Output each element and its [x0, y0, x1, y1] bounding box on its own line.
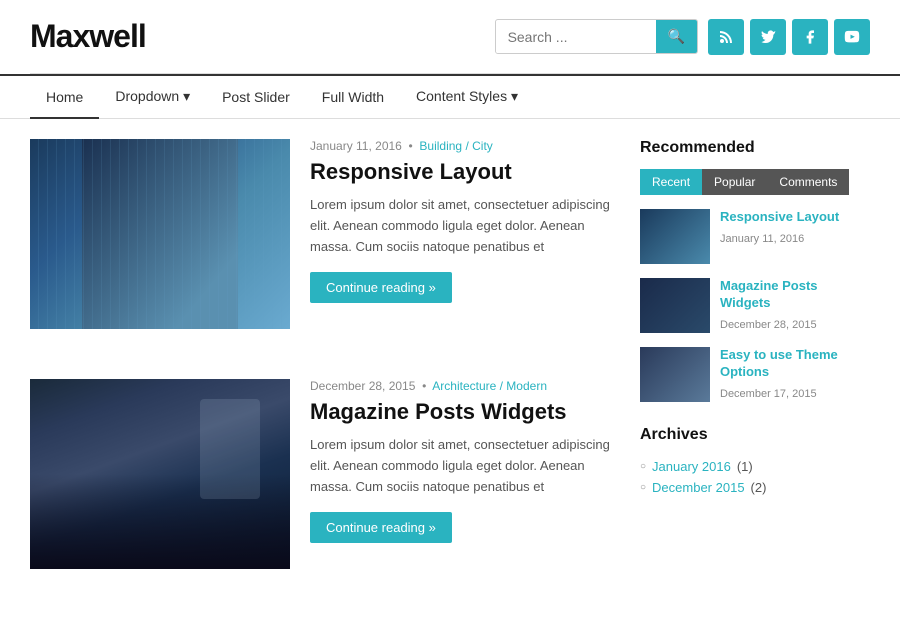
facebook-icon[interactable] [792, 19, 828, 55]
twitter-icon[interactable] [750, 19, 786, 55]
post-2-read-more[interactable]: Continue reading » [310, 512, 452, 543]
sidebar-post-3-info: Easy to use Theme Options December 17, 2… [720, 347, 870, 400]
sidebar: Recommended Recent Popular Comments Resp… [640, 139, 870, 619]
sidebar-thumb-1 [640, 209, 710, 264]
post-2-meta: December 28, 2015 • Architecture / Moder… [310, 379, 610, 393]
main-container: January 11, 2016 • Building / City Respo… [0, 119, 900, 639]
sidebar-thumb-3 [640, 347, 710, 402]
post-1: January 11, 2016 • Building / City Respo… [30, 139, 610, 349]
archive-link-2[interactable]: December 2015 [652, 480, 745, 495]
post-1-image [30, 139, 290, 329]
archives-list: January 2016 (1) December 2015 (2) [640, 456, 870, 498]
rss-icon[interactable] [708, 19, 744, 55]
recommended-title: Recommended [640, 139, 870, 157]
archives-section: Archives January 2016 (1) December 2015 … [640, 426, 870, 498]
sidebar-thumb-2 [640, 278, 710, 333]
archive-item-2: December 2015 (2) [640, 477, 870, 498]
archive-link-1[interactable]: January 2016 [652, 459, 731, 474]
nav-item-home[interactable]: Home [30, 77, 99, 119]
sidebar-post-3-date: December 17, 2015 [720, 388, 817, 400]
archives-title: Archives [640, 426, 870, 444]
post-2-excerpt: Lorem ipsum dolor sit amet, consectetuer… [310, 435, 610, 497]
nav-item-full-width[interactable]: Full Width [306, 77, 400, 119]
nav-item-dropdown[interactable]: Dropdown ▾ [99, 76, 206, 119]
post-1-body: January 11, 2016 • Building / City Respo… [310, 139, 610, 329]
sidebar-post-1: Responsive Layout January 11, 2016 [640, 209, 870, 264]
post-1-date: January 11, 2016 [310, 139, 402, 153]
header: Maxwell 🔍 [0, 0, 900, 73]
sidebar-post-1-date: January 11, 2016 [720, 233, 804, 245]
post-1-excerpt: Lorem ipsum dolor sit amet, consectetuer… [310, 195, 610, 257]
search-button[interactable]: 🔍 [656, 20, 697, 53]
archive-item-1: January 2016 (1) [640, 456, 870, 477]
post-1-title: Responsive Layout [310, 159, 610, 185]
archive-count-1: (1) [737, 459, 753, 474]
sidebar-post-3: Easy to use Theme Options December 17, 2… [640, 347, 870, 402]
post-1-read-more[interactable]: Continue reading » [310, 272, 452, 303]
recommended-section: Recommended Recent Popular Comments Resp… [640, 139, 870, 402]
post-2: December 28, 2015 • Architecture / Moder… [30, 379, 610, 589]
search-input[interactable] [496, 21, 656, 53]
post-1-category[interactable]: Building / City [419, 139, 492, 153]
content-area: January 11, 2016 • Building / City Respo… [30, 139, 610, 619]
sidebar-post-1-info: Responsive Layout January 11, 2016 [720, 209, 839, 245]
nav-bar: Home Dropdown ▾ Post Slider Full Width C… [0, 74, 900, 119]
sidebar-post-2-info: Magazine Posts Widgets December 28, 2015 [720, 278, 870, 331]
search-box: 🔍 [495, 19, 698, 54]
tab-recent[interactable]: Recent [640, 169, 702, 195]
post-1-meta: January 11, 2016 • Building / City [310, 139, 610, 153]
sidebar-post-3-title[interactable]: Easy to use Theme Options [720, 347, 870, 381]
tab-popular[interactable]: Popular [702, 169, 767, 195]
header-right: 🔍 [495, 19, 870, 55]
post-2-body: December 28, 2015 • Architecture / Moder… [310, 379, 610, 569]
post-2-date: December 28, 2015 [310, 379, 415, 393]
nav-item-post-slider[interactable]: Post Slider [206, 77, 306, 119]
post-2-image [30, 379, 290, 569]
post-2-category[interactable]: Architecture / Modern [432, 379, 547, 393]
tab-comments[interactable]: Comments [767, 169, 849, 195]
site-title: Maxwell [30, 18, 146, 55]
social-icons [708, 19, 870, 55]
post-2-title: Magazine Posts Widgets [310, 399, 610, 425]
sidebar-post-2-date: December 28, 2015 [720, 319, 817, 331]
sidebar-post-2-title[interactable]: Magazine Posts Widgets [720, 278, 870, 312]
nav-item-content-styles[interactable]: Content Styles ▾ [400, 76, 534, 119]
sidebar-tabs: Recent Popular Comments [640, 169, 870, 195]
archive-count-2: (2) [751, 480, 767, 495]
sidebar-post-1-title[interactable]: Responsive Layout [720, 209, 839, 226]
youtube-icon[interactable] [834, 19, 870, 55]
sidebar-post-2: Magazine Posts Widgets December 28, 2015 [640, 278, 870, 333]
